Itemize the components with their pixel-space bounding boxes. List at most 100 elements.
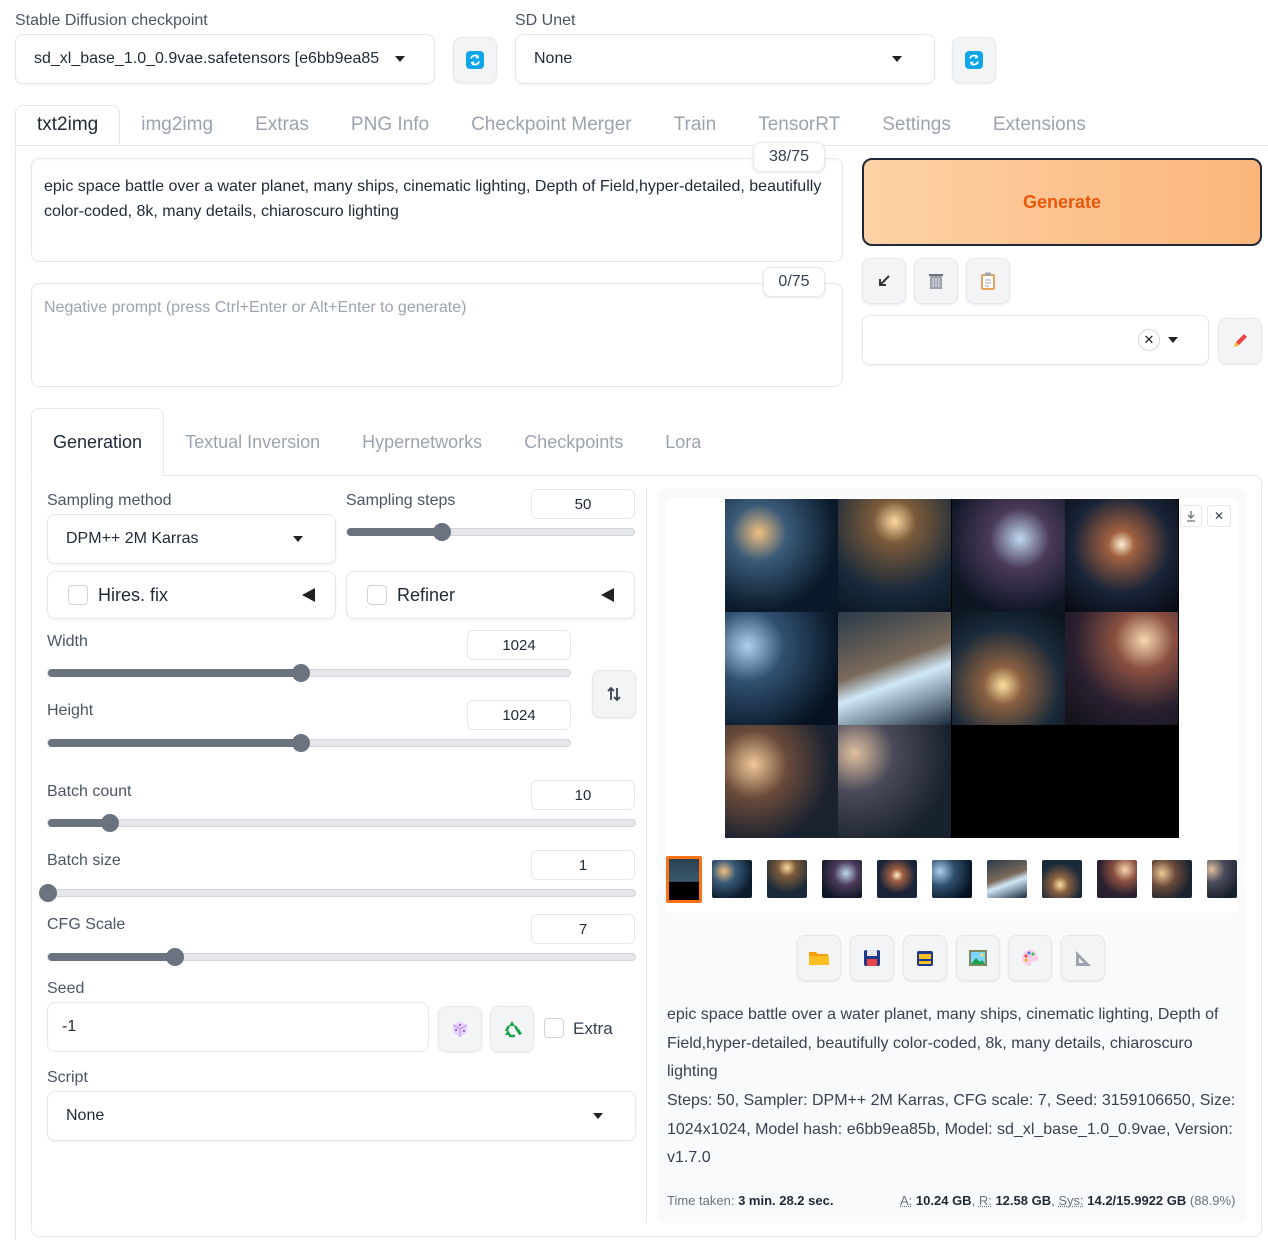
- clear-prompt-button[interactable]: [914, 258, 958, 304]
- refiner-checkbox[interactable]: [367, 585, 387, 605]
- arrow-down-left-icon: [879, 275, 890, 286]
- tab-lora[interactable]: Lora: [644, 408, 722, 476]
- tab-extensions[interactable]: Extensions: [972, 105, 1107, 145]
- extra-seed-checkbox[interactable]: [544, 1018, 564, 1038]
- batch-count-input[interactable]: 10: [531, 780, 635, 810]
- script-dropdown[interactable]: None: [47, 1091, 636, 1141]
- triangle-ruler-icon: [1076, 951, 1091, 966]
- thumbnail[interactable]: [712, 860, 752, 898]
- thumbnail[interactable]: [932, 860, 972, 898]
- slider-fill: [48, 953, 176, 961]
- tab-txt2img[interactable]: txt2img: [15, 105, 121, 145]
- slider-fill: [347, 528, 442, 536]
- tab-extras[interactable]: Extras: [234, 105, 330, 145]
- slider-thumb[interactable]: [100, 814, 119, 832]
- unet-value: None: [534, 50, 573, 67]
- sampling-steps-input[interactable]: 50: [531, 489, 635, 519]
- thumbnail[interactable]: [987, 860, 1027, 898]
- send-to-inpaint-button[interactable]: [1008, 935, 1052, 981]
- cfg-scale-input[interactable]: 7: [531, 914, 635, 944]
- batch-size-label: Batch size: [47, 852, 121, 869]
- negative-prompt-input[interactable]: Negative prompt (press Ctrl+Enter or Alt…: [31, 283, 843, 387]
- random-seed-button[interactable]: [438, 1006, 482, 1052]
- close-gallery-button[interactable]: ✕: [1207, 505, 1231, 527]
- cfg-scale-slider[interactable]: [47, 948, 636, 966]
- checkpoint-value: sd_xl_base_1.0_0.9vae.safetensors [e6bb9…: [34, 50, 380, 67]
- send-to-extras-button[interactable]: [1061, 935, 1105, 981]
- thumbnail[interactable]: [877, 860, 917, 898]
- batch-count-slider[interactable]: [47, 814, 636, 832]
- generate-button[interactable]: Generate: [862, 158, 1262, 246]
- tab-generation[interactable]: Generation: [31, 408, 165, 476]
- refresh-checkpoint-button[interactable]: [453, 37, 497, 83]
- slider-thumb[interactable]: [39, 884, 57, 902]
- seed-input[interactable]: -1: [47, 1002, 429, 1052]
- pencil-icon: [1234, 334, 1247, 347]
- grid-image: [952, 612, 1065, 725]
- checkpoint-dropdown[interactable]: sd_xl_base_1.0_0.9vae.safetensors [e6bb9…: [15, 34, 435, 84]
- height-slider[interactable]: [47, 734, 571, 752]
- height-label: Height: [47, 702, 94, 719]
- edit-styles-button[interactable]: [1218, 318, 1262, 364]
- archive-icon: [917, 951, 933, 966]
- collapse-arrow-icon: [601, 588, 614, 602]
- send-to-img2img-button[interactable]: [956, 935, 1000, 981]
- tab-settings[interactable]: Settings: [861, 105, 972, 145]
- generated-image-grid[interactable]: [725, 499, 1179, 838]
- tab-img2img[interactable]: img2img: [120, 105, 234, 145]
- sampling-steps-label: Sampling steps: [346, 492, 456, 509]
- tab-train[interactable]: Train: [653, 105, 738, 145]
- sampling-method-dropdown[interactable]: DPM++ 2M Karras: [47, 514, 336, 564]
- width-slider[interactable]: [47, 664, 571, 682]
- tab-checkpoints[interactable]: Checkpoints: [503, 408, 644, 476]
- chevron-down-icon: [1168, 337, 1178, 343]
- save-button[interactable]: [850, 935, 894, 981]
- refiner-accordion[interactable]: Refiner: [346, 571, 635, 619]
- refiner-label: Refiner: [397, 584, 456, 605]
- refresh-unet-button[interactable]: [952, 37, 996, 83]
- refresh-icon: [965, 51, 983, 69]
- thumbnail[interactable]: [1042, 860, 1082, 898]
- thumbnail[interactable]: [1207, 860, 1237, 898]
- swap-dimensions-button[interactable]: [592, 670, 636, 718]
- read-params-button[interactable]: [862, 258, 906, 304]
- prompt-input[interactable]: epic space battle over a water planet, m…: [31, 158, 843, 262]
- hires-fix-accordion[interactable]: Hires. fix: [47, 571, 336, 619]
- tab-tensorrt[interactable]: TensorRT: [737, 105, 861, 145]
- tab-png-info[interactable]: PNG Info: [330, 105, 450, 145]
- tab-checkpoint-merger[interactable]: Checkpoint Merger: [450, 105, 653, 145]
- tab-textual-inversion[interactable]: Textual Inversion: [164, 408, 341, 476]
- apply-styles-button[interactable]: [966, 258, 1010, 304]
- chevron-down-icon: [593, 1113, 603, 1119]
- slider-fill: [48, 669, 302, 677]
- generation-info-params: Steps: 50, Sampler: DPM++ 2M Karras, CFG…: [667, 1092, 1236, 1166]
- height-input[interactable]: 1024: [467, 700, 571, 730]
- thumbnail[interactable]: [822, 860, 862, 898]
- hires-fix-checkbox[interactable]: [68, 585, 88, 605]
- thumbnail[interactable]: [1152, 860, 1192, 898]
- negative-prompt-placeholder: Negative prompt (press Ctrl+Enter or Alt…: [44, 299, 467, 316]
- grid-image: [838, 612, 951, 725]
- slider-fill: [48, 739, 302, 747]
- batch-count-label: Batch count: [47, 783, 132, 800]
- sub-tabs: Generation Textual Inversion Hypernetwor…: [31, 408, 722, 476]
- thumbnail[interactable]: [767, 860, 807, 898]
- width-input[interactable]: 1024: [467, 630, 571, 660]
- clear-x-icon[interactable]: ✕: [1138, 329, 1160, 351]
- tab-hypernetworks[interactable]: Hypernetworks: [341, 408, 503, 476]
- batch-size-input[interactable]: 1: [531, 850, 635, 880]
- grid-image: [725, 499, 838, 612]
- open-folder-button[interactable]: [797, 935, 841, 981]
- thumbnail[interactable]: [1097, 860, 1137, 898]
- download-button[interactable]: [1180, 505, 1202, 527]
- reuse-seed-button[interactable]: [490, 1006, 534, 1052]
- slider-thumb[interactable]: [432, 523, 451, 541]
- width-label: Width: [47, 633, 88, 650]
- download-icon: [1187, 511, 1195, 522]
- batch-size-slider[interactable]: [39, 884, 636, 902]
- zip-button[interactable]: [903, 935, 947, 981]
- unet-dropdown[interactable]: None: [515, 34, 935, 84]
- styles-dropdown[interactable]: ✕: [862, 315, 1209, 365]
- thumbnail-selected[interactable]: [666, 856, 702, 903]
- sampling-steps-slider[interactable]: [346, 523, 635, 541]
